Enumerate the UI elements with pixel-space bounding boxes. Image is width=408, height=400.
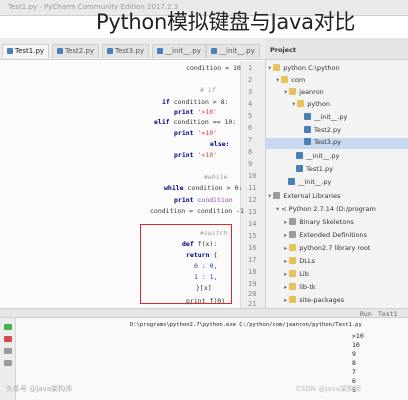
overlay-title: Python模拟键盘与Java对比 <box>96 10 356 34</box>
project-panel-title[interactable]: Project <box>270 46 296 54</box>
folder-icon <box>289 270 297 277</box>
line-number: 8 <box>248 148 253 156</box>
tree-item-file[interactable]: Test1.py <box>296 165 333 173</box>
run-panel-header <box>0 308 408 318</box>
folder-icon <box>289 88 297 95</box>
tab-init-1[interactable]: __init__.py <box>152 44 206 58</box>
python-file-icon <box>304 113 311 120</box>
line-number: 9 <box>248 160 253 168</box>
code-line: condition = 10 <box>186 64 241 72</box>
python-file-icon <box>107 48 113 54</box>
code-line: print '=10' <box>174 129 218 137</box>
folder-icon <box>273 64 281 71</box>
line-number: 18 <box>248 268 257 276</box>
library-icon <box>289 231 297 238</box>
tab-init-2[interactable]: __init__.py <box>206 44 260 58</box>
code-line: while condition > 0: <box>164 184 243 192</box>
code-line: print condition <box>174 196 233 204</box>
code-line: if condition > 8: <box>162 98 229 106</box>
run-output-line: 7 <box>352 368 356 376</box>
code-line: print '<10' <box>174 151 218 159</box>
tree-item-file[interactable]: __init__.py <box>304 113 347 121</box>
run-output-line: 10 <box>352 341 360 349</box>
tab-test3[interactable]: Test3.py <box>102 44 150 58</box>
folder-icon <box>289 257 297 264</box>
python-file-icon <box>304 138 311 145</box>
tree-item-com[interactable]: ▾ com <box>276 76 305 84</box>
python-file-icon <box>211 48 217 54</box>
pause-icon[interactable] <box>4 348 12 354</box>
python-file-icon <box>296 165 303 172</box>
folder-icon <box>289 283 297 290</box>
line-number: 15 <box>248 232 257 240</box>
folder-icon <box>281 76 289 83</box>
stop-icon[interactable] <box>4 336 12 342</box>
run-tab[interactable]: Test1 <box>378 310 398 318</box>
watermark: CSDN @Java架构师 <box>296 385 361 393</box>
line-number: 16 <box>248 244 257 252</box>
library-icon <box>289 218 297 225</box>
python-file-icon <box>304 126 311 133</box>
tree-item-file[interactable]: __init__.py <box>288 178 331 186</box>
tree-item-sdk[interactable]: ▾ < Python 2.7.14 (D:/program <box>276 205 376 213</box>
folder-icon <box>289 296 297 303</box>
code-line: print '>10' <box>174 108 218 116</box>
tree-item-file[interactable]: __init__.py <box>296 152 339 160</box>
python-file-icon <box>57 48 63 54</box>
tree-item-lib[interactable]: ▸ Extended Definitions <box>284 231 367 239</box>
line-number: 12 <box>248 196 257 204</box>
code-line: else: <box>210 140 230 148</box>
code-comment: #while <box>204 173 228 181</box>
tree-item-file[interactable]: Test2.py <box>304 126 341 134</box>
python-file-icon <box>288 178 295 185</box>
line-number: 3 <box>248 88 253 96</box>
line-number: 6 <box>248 124 253 132</box>
tree-item-external-libraries[interactable]: ▾ External Libraries <box>268 192 340 200</box>
tree-item-jeanron[interactable]: ▾ jeanron <box>284 88 324 96</box>
run-output-line: 9 <box>352 350 356 358</box>
tree-item-lib[interactable]: ▸ DLLs <box>284 257 315 265</box>
tab-test1[interactable]: Test1.py <box>2 44 50 58</box>
run-output-line: 8 <box>352 359 356 367</box>
line-number: 4 <box>248 100 253 108</box>
line-number: 17 <box>248 256 257 264</box>
line-number: 14 <box>248 220 257 228</box>
python-file-icon <box>7 48 13 54</box>
tree-item-lib[interactable]: ▸ site-packages <box>284 296 344 304</box>
tree-item-lib[interactable]: ▸ Binary Skeletons <box>284 218 354 226</box>
folder-icon <box>297 100 305 107</box>
tree-item-lib[interactable]: ▸ Lib <box>284 270 309 278</box>
line-number: 7 <box>248 136 253 144</box>
library-icon <box>273 192 281 199</box>
line-number: 21 <box>248 300 257 308</box>
tree-item-lib[interactable]: ▸ python2.7 library root <box>284 244 370 252</box>
scroll-icon[interactable] <box>4 360 12 366</box>
line-number: 1 <box>248 64 253 72</box>
line-number: 11 <box>248 184 257 192</box>
code-line: condition = condition -1 <box>150 207 244 215</box>
python-file-icon <box>157 48 163 54</box>
highlight-box <box>140 224 232 304</box>
code-comment: # if <box>200 86 216 94</box>
line-number: 20 <box>248 290 257 298</box>
tab-test2[interactable]: Test2.py <box>52 44 100 58</box>
code-line: elif condition == 10: <box>154 118 237 126</box>
line-number: 13 <box>248 208 257 216</box>
tree-item-selected[interactable]: Test3.py <box>265 138 408 149</box>
tree-item-root[interactable]: ▾ python C:\python <box>268 64 340 72</box>
tree-item-python[interactable]: ▾ python <box>292 100 330 108</box>
folder-icon <box>289 244 297 251</box>
tree-item-lib[interactable]: ▸ lib-tk <box>284 283 316 291</box>
watermark: 头条号 @Java架构师 <box>6 385 73 393</box>
line-number: 10 <box>248 172 257 180</box>
line-number: 2 <box>248 76 253 84</box>
rerun-icon[interactable] <box>4 324 12 330</box>
run-panel-title[interactable]: Run <box>360 310 372 318</box>
python-file-icon <box>296 152 303 159</box>
line-number: 19 <box>248 280 257 288</box>
line-number: 5 <box>248 112 253 120</box>
run-output-line: >10 <box>352 332 364 340</box>
run-command: D:\programs\python2.7\python.exe C:/pyth… <box>130 322 362 328</box>
